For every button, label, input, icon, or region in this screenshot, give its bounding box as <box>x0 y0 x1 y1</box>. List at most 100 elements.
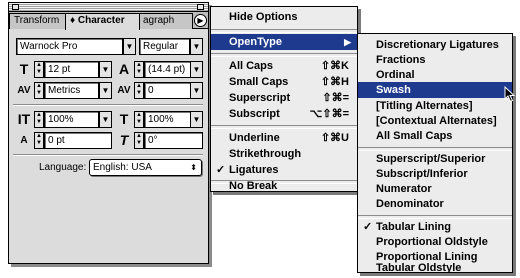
baseline-shift-icon: A <box>20 135 28 146</box>
chevron-down-icon: ▼ <box>101 86 110 95</box>
baseline-shift-field[interactable]: 0 pt <box>44 132 112 149</box>
divider <box>13 154 203 156</box>
menu-item-all-caps[interactable]: All Caps ⇧⌘K <box>211 58 357 74</box>
menu-shortcut: ⇧⌘H <box>320 76 349 88</box>
leading-stepper[interactable]: ▲ ▼ <box>134 61 144 78</box>
divider <box>13 104 203 106</box>
leading-dropdown[interactable]: ▼ <box>190 61 203 78</box>
tab-character[interactable]: ♦ Character <box>65 13 140 30</box>
menu-item-subscript-inferior[interactable]: Subscript/Inferior <box>358 166 512 182</box>
chevron-down-icon: ▼ <box>101 115 110 124</box>
tracking-dropdown[interactable]: ▼ <box>190 82 203 99</box>
language-label: Language: <box>39 162 87 173</box>
menu-item-denominator[interactable]: Denominator <box>358 196 512 212</box>
leading-field[interactable]: (14.4 pt) <box>144 61 191 78</box>
menu-item-tabular-lining[interactable]: ✓ Tabular Lining <box>358 219 512 235</box>
menu-item-label: Tabular Lining <box>376 221 451 233</box>
font-style-field[interactable]: Regular <box>139 38 190 55</box>
menu-item-label: Numerator <box>376 183 432 195</box>
horizontal-scale-dropdown[interactable]: ▼ <box>190 111 203 128</box>
menu-item-label: Small Caps <box>229 76 289 88</box>
kerning-stepper[interactable]: ▲ ▼ <box>34 82 44 99</box>
font-size-stepper[interactable]: ▲ ▼ <box>34 61 44 78</box>
menu-item-label: Superscript/Superior <box>376 153 486 165</box>
menu-item-superscript[interactable]: Superscript ⇧⌘= <box>211 90 357 106</box>
menu-item-label: Ligatures <box>229 164 279 176</box>
tab-sort-icon: ♦ <box>70 15 76 26</box>
zoom-box-icon[interactable] <box>197 4 204 10</box>
menu-item-swash[interactable]: Swash <box>358 82 512 98</box>
palette-menu-button[interactable]: ▶ <box>194 14 207 27</box>
menu-item-label: Proportional Lining <box>376 251 478 263</box>
tab-paragraph-label: agraph <box>143 15 175 26</box>
menu-item-label: Strikethrough <box>229 148 302 160</box>
font-size-field[interactable]: 12 pt <box>44 61 99 78</box>
menu-item-superscript-superior[interactable]: Superscript/Superior <box>358 151 512 167</box>
menu-item-discretionary-ligatures[interactable]: Discretionary Ligatures <box>358 37 512 53</box>
checkmark-icon: ✓ <box>363 221 373 233</box>
chevron-down-icon: ▼ <box>192 65 201 74</box>
menu-item-label: Subscript <box>229 108 280 120</box>
font-family-field[interactable]: Warnock Pro <box>16 38 123 55</box>
menu-item-underline[interactable]: Underline ⇧⌘U <box>211 130 357 146</box>
menu-item-subscript[interactable]: Subscript ⌥⇧⌘= <box>211 106 357 122</box>
palette-tab-row: Transform ♦ Character agraph ▶ <box>9 12 208 30</box>
menu-item-label: No Break <box>229 180 278 192</box>
menu-item-numerator[interactable]: Numerator <box>358 181 512 197</box>
palette-options-menu: Hide Options OpenType ▶ All Caps ⇧⌘K Small… <box>210 6 358 192</box>
menu-item-all-small-caps[interactable]: All Small Caps <box>358 128 512 144</box>
menu-item-contextual-alternates[interactable]: [Contextual Alternates] <box>358 113 512 129</box>
menu-item-label: Denominator <box>376 198 444 210</box>
updown-arrows-icon: ⬍ <box>190 163 197 172</box>
chevron-down-icon: ▼ <box>192 86 201 95</box>
menu-item-tabular-oldstyle[interactable]: Tabular Oldstyle <box>358 263 512 273</box>
menu-item-label: Superscript <box>229 92 291 104</box>
font-family-dropdown[interactable]: ▼ <box>123 38 136 55</box>
menu-item-proportional-oldstyle[interactable]: Proportional Oldstyle <box>358 234 512 250</box>
kerning-dropdown[interactable]: ▼ <box>99 82 112 99</box>
menu-item-label: [Titling Alternates] <box>376 100 473 112</box>
tab-transform[interactable]: Transform <box>9 13 67 29</box>
horizontal-scale-stepper[interactable]: ▲ ▼ <box>134 111 144 128</box>
tracking-icon: AV <box>117 85 131 96</box>
menu-item-titling-alternates[interactable]: [Titling Alternates] <box>358 98 512 114</box>
vertical-scale-stepper[interactable]: ▲ ▼ <box>34 111 44 128</box>
baseline-shift-stepper[interactable]: ▲ ▼ <box>34 132 44 149</box>
menu-item-ordinal[interactable]: Ordinal <box>358 67 512 83</box>
tracking-field[interactable]: 0 <box>144 82 191 99</box>
menu-item-fractions[interactable]: Fractions <box>358 52 512 68</box>
menu-item-ligatures[interactable]: ✓ Ligatures <box>211 162 357 178</box>
chevron-down-icon: ▼ <box>125 42 134 51</box>
menu-item-opentype[interactable]: OpenType ▶ <box>211 34 357 50</box>
menu-shortcut: ⌥⇧⌘= <box>309 108 349 120</box>
menu-item-hide-options[interactable]: Hide Options <box>211 9 357 25</box>
skew-icon: T <box>119 132 129 148</box>
vertical-scale-field[interactable]: 100% <box>44 111 99 128</box>
language-select[interactable]: English: USA ⬍ <box>89 159 202 176</box>
horizontal-scale-field[interactable]: 100% <box>144 111 191 128</box>
tracking-stepper[interactable]: ▲ ▼ <box>134 82 144 99</box>
skew-stepper[interactable]: ▲ ▼ <box>134 132 144 149</box>
horizontal-scale-icon: T <box>119 111 129 127</box>
submenu-arrow-icon: ▶ <box>344 37 351 47</box>
font-size-dropdown[interactable]: ▼ <box>99 61 112 78</box>
character-palette: Transform ♦ Character agraph ▶ Warnock P… <box>8 2 209 264</box>
skew-field[interactable]: 0° <box>144 132 203 149</box>
menu-item-label: Discretionary Ligatures <box>376 39 499 51</box>
opentype-submenu: Discretionary Ligatures Fractions Ordina… <box>357 33 513 273</box>
menu-item-small-caps[interactable]: Small Caps ⇧⌘H <box>211 74 357 90</box>
menu-item-no-break[interactable]: No Break <box>211 178 357 194</box>
vertical-scale-dropdown[interactable]: ▼ <box>99 111 112 128</box>
menu-item-label: [Contextual Alternates] <box>376 115 497 127</box>
kerning-field[interactable]: Metrics <box>44 82 99 99</box>
font-style-dropdown[interactable]: ▼ <box>190 38 203 55</box>
menu-item-strikethrough[interactable]: Strikethrough <box>211 146 357 162</box>
menu-separator <box>211 125 357 129</box>
menu-separator <box>211 53 357 57</box>
tab-paragraph[interactable]: agraph <box>138 13 193 29</box>
arrow-cursor-icon <box>504 86 516 103</box>
palette-title-bar[interactable] <box>9 3 208 12</box>
menu-separator <box>211 29 357 33</box>
close-box-icon[interactable] <box>12 4 19 10</box>
menu-shortcut: ⇧⌘U <box>320 132 349 144</box>
